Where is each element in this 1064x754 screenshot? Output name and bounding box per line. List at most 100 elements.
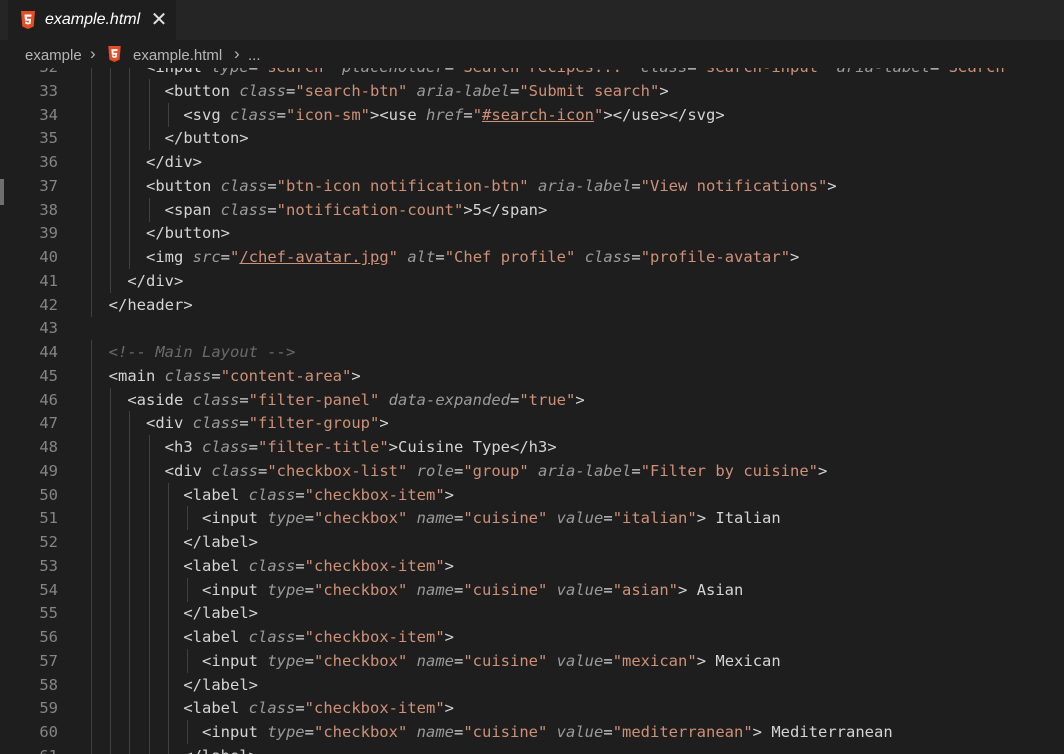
- code-token-text: Asian: [687, 580, 744, 599]
- code-token-tag: =: [509, 81, 520, 100]
- code-token-tag: <button: [164, 81, 240, 100]
- code-line[interactable]: 48 <h3 class="filter-title">Cuisine Type…: [0, 435, 1064, 459]
- code-token-ws: [90, 676, 183, 694]
- code-line[interactable]: 57 <input type="checkbox" name="cuisine"…: [0, 648, 1064, 673]
- line-number: 39: [39, 224, 58, 243]
- code-line[interactable]: 42 </header>: [0, 292, 1064, 317]
- code-token-tag: >: [444, 485, 454, 504]
- code-line[interactable]: 38 <span class="notification-count">5</s…: [0, 197, 1064, 222]
- code-token-tag: =: [631, 248, 641, 266]
- code-token-tag: </div>: [146, 153, 202, 171]
- code-line[interactable]: 51 <input type="checkbox" name="cuisine"…: [0, 506, 1064, 531]
- code-token-str: "filter-title": [258, 438, 389, 456]
- code-editor[interactable]: 32 <input type="search" placeholder="Sea…: [0, 58, 1064, 754]
- code-token-tag: <label: [183, 628, 249, 646]
- code-token-ws: [90, 367, 109, 385]
- code-line[interactable]: 61 </label>: [0, 743, 1064, 754]
- code-line[interactable]: 49 <div class="checkbox-list" role="grou…: [0, 458, 1064, 483]
- line-number: 40: [39, 248, 58, 266]
- breadcrumb-separator: ›: [234, 44, 240, 63]
- code-token-attr: class: [248, 485, 296, 504]
- tab-example-html[interactable]: example.html ✕: [8, 0, 176, 40]
- code-token-ws: [90, 557, 183, 575]
- code-token-ws: [90, 604, 183, 622]
- line-number: 57: [39, 651, 58, 670]
- code-line[interactable]: 39 </button>: [0, 221, 1064, 246]
- code-token-str: "checkbox": [313, 509, 408, 528]
- code-line[interactable]: 59 <label class="checkbox-item">: [0, 696, 1064, 721]
- code-line[interactable]: 44 <!-- Main Layout -->: [0, 340, 1064, 364]
- line-number: 33: [39, 81, 58, 100]
- code-text: </header>: [90, 293, 193, 317]
- code-token-tag: =: [248, 438, 258, 456]
- code-token-tag: >: [659, 81, 669, 100]
- code-token-tag: =: [295, 699, 305, 718]
- code-token-tag: >: [444, 699, 454, 718]
- code-token-tag: </label>: [183, 604, 258, 623]
- code-line[interactable]: 50 <label class="checkbox-item">: [0, 482, 1064, 507]
- line-number: 52: [39, 533, 58, 551]
- code-token-text: Mexican: [706, 651, 781, 670]
- code-text: <label class="checkbox-item">: [90, 696, 454, 720]
- code-token-str: "cuisine": [463, 580, 548, 599]
- line-number: 45: [39, 366, 58, 385]
- code-token-attr: name: [416, 509, 454, 528]
- code-token-tag: =: [211, 366, 221, 385]
- code-token-str: "checkbox-item": [304, 485, 445, 504]
- code-token-tag: =: [220, 248, 231, 266]
- code-token-link[interactable]: #search-icon: [482, 106, 594, 124]
- code-line[interactable]: 43: [0, 316, 1064, 340]
- code-line[interactable]: 41 </div>: [0, 268, 1064, 293]
- code-line[interactable]: 35 </button>: [0, 126, 1064, 151]
- code-token-attr: class: [230, 105, 277, 124]
- code-line[interactable]: 58 </label>: [0, 672, 1064, 697]
- code-line[interactable]: 47 <div class="filter-group">: [0, 411, 1064, 436]
- breadcrumb: example › example.html › ...: [0, 40, 1064, 68]
- code-token-tag: >: [818, 461, 828, 480]
- code-text: <div class="checkbox-list" role="group" …: [90, 459, 828, 483]
- code-token-str: "Submit search": [519, 81, 660, 100]
- code-text: <h3 class="filter-title">Cuisine Type</h…: [90, 435, 557, 459]
- code-line[interactable]: 52 </label>: [0, 530, 1064, 554]
- code-token-tag: =: [276, 105, 287, 124]
- code-token-str: "search-btn": [295, 81, 408, 100]
- code-line[interactable]: 54 <input type="checkbox" name="cuisine"…: [0, 577, 1064, 602]
- code-token-str: "notification-count": [276, 200, 464, 219]
- code-token-str: ": [388, 248, 399, 266]
- code-line[interactable]: 45 <main class="content-area">: [0, 363, 1064, 388]
- code-text: <!-- Main Layout -->: [90, 340, 296, 364]
- code-token-str: "checkbox-list": [267, 461, 408, 480]
- line-number: 43: [39, 319, 58, 338]
- breadcrumb-file[interactable]: example.html: [133, 47, 222, 64]
- code-token-ws: [90, 106, 183, 124]
- breadcrumb-more[interactable]: ...: [248, 47, 261, 64]
- line-number: 55: [39, 604, 58, 623]
- code-line[interactable]: 53 <label class="checkbox-item">: [0, 553, 1064, 578]
- code-line[interactable]: 56 <label class="checkbox-item">: [0, 625, 1064, 649]
- code-line[interactable]: 60 <input type="checkbox" name="cuisine"…: [0, 720, 1064, 744]
- code-line[interactable]: 36 </div>: [0, 150, 1064, 174]
- code-token-str: "cuisine": [463, 509, 548, 528]
- code-token-tag: [407, 652, 416, 670]
- code-line[interactable]: 55 </label>: [0, 601, 1064, 626]
- code-token-tag: =: [304, 580, 314, 599]
- code-token-ws: [90, 414, 146, 432]
- code-token-attr: role: [416, 461, 454, 480]
- breadcrumb-folder[interactable]: example: [25, 47, 82, 64]
- code-token-tag: =: [295, 485, 305, 504]
- code-token-str: "mediterranean": [612, 723, 753, 741]
- code-text: <label class="checkbox-item">: [90, 554, 454, 578]
- code-line[interactable]: 33 <button class="search-btn" aria-label…: [0, 78, 1064, 103]
- code-token-ws: [90, 581, 202, 599]
- code-line[interactable]: 37 <button class="btn-icon notification-…: [0, 173, 1064, 198]
- code-token-ws: [90, 129, 165, 147]
- code-token-link[interactable]: /chef-avatar.jpg: [239, 248, 388, 266]
- code-token-text: Cuisine Type: [398, 438, 510, 456]
- code-token-attr: href: [426, 105, 464, 124]
- code-line[interactable]: 46 <aside class="filter-panel" data-expa…: [0, 387, 1064, 412]
- code-line[interactable]: 34 <svg class="icon-sm"><use href="#sear…: [0, 102, 1064, 127]
- code-token-str: "filter-group": [248, 414, 380, 433]
- code-token-tag: >: [696, 651, 707, 670]
- close-icon[interactable]: ✕: [150, 10, 168, 30]
- code-line[interactable]: 40 <img src="/chef-avatar.jpg" alt="Chef…: [0, 245, 1064, 269]
